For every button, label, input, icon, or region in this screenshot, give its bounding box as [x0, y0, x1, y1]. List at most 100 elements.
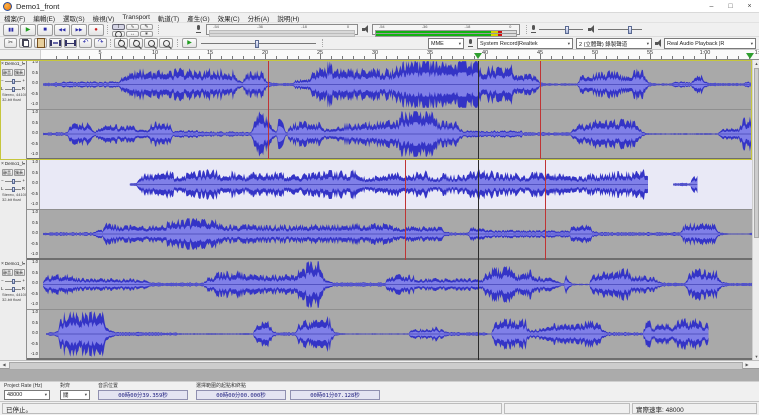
track-2-channel-left[interactable]: 1.00.50.0-0.5-1.0 [27, 160, 759, 210]
amplitude-ruler[interactable]: 1.00.50.0-0.5-1.0 [27, 60, 40, 109]
track-menu-dropdown[interactable]: ▾ [23, 261, 25, 267]
track-3-channel-left[interactable]: 1.00.50.0-0.5-1.0 [27, 260, 759, 310]
project-rate-dropdown[interactable]: 48000▾ [4, 390, 50, 400]
amplitude-ruler[interactable]: 1.00.50.0-0.5-1.0 [27, 110, 40, 158]
slider-thumb[interactable] [12, 87, 15, 92]
toolbar-grip[interactable] [177, 39, 180, 47]
zoom-out-button[interactable]: − [129, 38, 143, 48]
waveform[interactable] [40, 310, 759, 358]
zoom-in-button[interactable]: + [114, 38, 128, 48]
slider-thumb[interactable] [12, 287, 15, 292]
playback-meter[interactable]: -54-36-180 [372, 24, 520, 35]
waveform[interactable] [40, 210, 759, 258]
pause-button[interactable]: ▮▮ [3, 24, 19, 36]
waveform[interactable] [40, 260, 759, 309]
menu-generate[interactable]: 產生(G) [183, 13, 213, 23]
audio-host-dropdown[interactable]: MME▾ [428, 38, 464, 49]
vertical-scrollbar[interactable]: ▲ ▼ [752, 60, 759, 360]
mute-button[interactable]: 靜音 [2, 69, 13, 76]
selection-tool-button[interactable]: I [112, 24, 125, 30]
menu-select[interactable]: 選取(S) [59, 13, 89, 23]
scroll-up-arrow[interactable]: ▲ [753, 60, 759, 67]
scroll-right-arrow[interactable]: ▶ [743, 361, 751, 368]
recording-device-dropdown[interactable]: System Record|Realtek▾ [477, 38, 573, 49]
pan-slider[interactable] [5, 186, 21, 193]
copy-button[interactable] [19, 38, 32, 48]
solo-button[interactable]: 獨奏 [14, 269, 25, 276]
scroll-left-arrow[interactable]: ◀ [0, 361, 8, 368]
horizontal-scrollbar[interactable]: ◀ ▶ [0, 360, 759, 368]
toolbar-grip[interactable] [322, 39, 325, 47]
amplitude-ruler[interactable]: 1.00.50.0-0.5-1.0 [27, 310, 40, 358]
track-close-button[interactable]: × [1, 161, 4, 167]
fit-project-button[interactable] [159, 38, 173, 48]
selection-start-display[interactable]: 00時00分00.000秒 [196, 390, 286, 400]
toolbar-grip[interactable] [526, 25, 529, 34]
track-menu-dropdown[interactable]: ▾ [23, 61, 25, 67]
toolbar-grip[interactable] [110, 39, 113, 47]
waveform[interactable] [40, 60, 759, 109]
menu-view[interactable]: 檢視(V) [89, 13, 119, 23]
waveform[interactable] [40, 110, 759, 158]
fit-selection-button[interactable] [144, 38, 158, 48]
slider-thumb[interactable] [12, 79, 15, 84]
close-button[interactable]: × [740, 0, 759, 12]
scroll-down-arrow[interactable]: ▼ [753, 353, 759, 360]
track-close-button[interactable]: × [1, 261, 4, 267]
cut-button[interactable]: ✂ [4, 38, 17, 48]
solo-button[interactable]: 獨奏 [14, 169, 25, 176]
track-name[interactable]: Demo1_front [5, 161, 23, 167]
track-3-channel-right[interactable]: 1.00.50.0-0.5-1.0 [27, 310, 759, 360]
amplitude-ruler[interactable]: 1.00.50.0-0.5-1.0 [27, 210, 40, 258]
playback-device-dropdown[interactable]: Real Audio Playback |R▾ [664, 38, 756, 49]
menu-transport[interactable]: Transport [118, 14, 154, 21]
track-1-channel-left[interactable]: 1.00.50.0-0.5-1.0 [27, 60, 759, 110]
paste-button[interactable] [34, 38, 47, 48]
record-button[interactable]: ● [88, 24, 104, 36]
menu-file[interactable]: 檔案(F) [0, 13, 29, 23]
track-close-button[interactable]: × [1, 61, 4, 67]
menu-effect[interactable]: 效果(C) [214, 13, 244, 23]
solo-button[interactable]: 獨奏 [14, 69, 25, 76]
skip-to-start-button[interactable]: ◀◀ [54, 24, 70, 36]
playhead-triangle-icon[interactable] [746, 53, 754, 59]
timeline-ruler[interactable]: 5101520253035404550551:001:05 [0, 50, 759, 60]
menu-help[interactable]: 說明(H) [273, 13, 303, 23]
toolbar-grip[interactable] [107, 25, 110, 34]
slider-thumb[interactable] [12, 179, 15, 184]
track-menu-dropdown[interactable]: ▾ [23, 161, 25, 167]
gain-slider[interactable] [5, 278, 22, 285]
playback-speed-slider[interactable] [201, 39, 316, 48]
slider-thumb[interactable] [255, 40, 259, 48]
slider-thumb[interactable] [628, 26, 632, 34]
undo-button[interactable]: ↶ [79, 38, 92, 48]
slider-thumb[interactable] [565, 26, 569, 34]
playhead-triangle-icon[interactable] [474, 53, 482, 59]
scrollbar-thumb[interactable] [754, 68, 759, 238]
pan-slider[interactable] [5, 286, 21, 293]
play-button[interactable]: ▶ [20, 24, 36, 36]
waveform[interactable] [40, 160, 759, 209]
track-name[interactable]: Demo1_front [5, 61, 23, 67]
slider-thumb[interactable] [12, 187, 15, 192]
trim-outside-selection-button[interactable] [49, 38, 62, 48]
menu-analyze[interactable]: 分析(A) [244, 13, 274, 23]
recording-channels-dropdown[interactable]: 2 (立體聲) 錄製聲道▾ [576, 38, 652, 49]
toolbar-grip[interactable] [158, 25, 161, 34]
audio-position-display[interactable]: 00時00分39.359秒 [98, 390, 188, 400]
gain-slider[interactable] [5, 78, 22, 85]
track-1-channel-right[interactable]: 1.00.50.0-0.5-1.0 [27, 110, 759, 160]
track-2-channel-right[interactable]: 1.00.50.0-0.5-1.0 [27, 210, 759, 260]
playback-volume-slider[interactable] [598, 25, 642, 34]
pan-slider[interactable] [5, 86, 21, 93]
selection-end-display[interactable]: 00時01分07.128秒 [290, 390, 380, 400]
skip-to-end-button[interactable]: ▶▶ [71, 24, 87, 36]
menu-edit[interactable]: 編輯(E) [29, 13, 59, 23]
slider-thumb[interactable] [12, 279, 15, 284]
envelope-tool-button[interactable]: ∿ [126, 24, 139, 30]
amplitude-ruler[interactable]: 1.00.50.0-0.5-1.0 [27, 160, 40, 209]
redo-button[interactable]: ↷ [94, 38, 107, 48]
draw-tool-button[interactable]: ✎ [140, 24, 153, 30]
play-at-speed-button[interactable]: ▶ [182, 38, 197, 48]
stop-button[interactable]: ■ [37, 24, 53, 36]
